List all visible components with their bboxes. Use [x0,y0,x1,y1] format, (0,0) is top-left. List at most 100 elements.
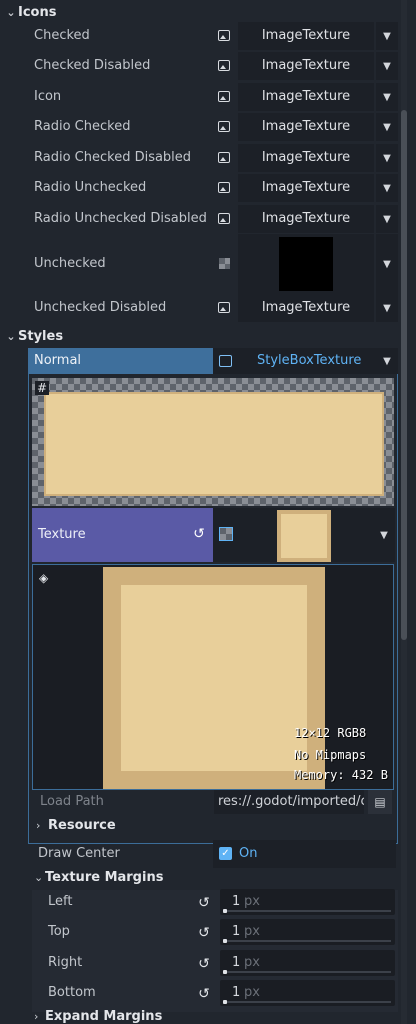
chevron-down-icon[interactable]: ▼ [376,113,398,141]
resource-value[interactable]: ImageTexture [238,83,374,111]
slider-knob[interactable] [223,1000,227,1004]
load-path-label: Load Path [40,794,104,809]
styles-section-title: Styles [18,328,64,344]
chevron-down-icon[interactable]: ▼ [376,205,398,233]
resource-value[interactable]: ImageTexture [238,205,374,233]
chevron-down-icon[interactable]: ▼ [376,144,398,172]
layers-icon: ◈ [39,571,49,585]
margin-bottom-field[interactable]: 1 px [220,980,395,1006]
texture-margins-header[interactable]: ⌄ Texture Margins [32,866,396,890]
resource-value[interactable]: ImageTexture [238,144,374,172]
margin-slider[interactable] [224,940,391,942]
image-icon [218,152,230,163]
styles-section-header[interactable]: ⌄ Styles [0,324,400,348]
expand-margins-header[interactable]: › Expand Margins [32,1008,396,1024]
revert-icon[interactable]: ↺ [196,925,212,941]
file-icon[interactable]: ▤ [368,790,392,814]
draw-center-label: Draw Center [38,846,120,861]
image-icon [218,60,230,71]
chevron-down-icon[interactable]: ▼ [376,348,398,374]
margin-slider[interactable] [224,910,391,912]
property-row-unchecked-disabled: Unchecked Disabled ImageTexture ▼ [28,294,398,322]
expand-margins-title: Expand Margins [45,1009,163,1024]
chevron-down-icon[interactable]: ▼ [376,294,398,322]
normal-style-label-cell[interactable]: Normal [28,348,213,374]
revert-icon[interactable]: ↺ [191,526,207,542]
resource-title: Resource [48,818,116,833]
property-row-icon: Icon ImageTexture ▼ [28,83,398,111]
resource-value[interactable]: ImageTexture [238,52,374,80]
load-path-field[interactable]: res://.godot/imported/c [214,790,364,814]
texture-info-dimensions: 12×12 RGB8 [294,726,367,740]
property-label: Radio Checked Disabled [34,150,192,165]
stylebox-icon [219,355,232,367]
property-row-radio-unchecked: Radio Unchecked ImageTexture ▼ [28,174,398,202]
revert-icon[interactable]: ↺ [196,986,212,1002]
image-icon [218,30,230,41]
resource-subsection-header[interactable]: › Resource [34,814,394,838]
property-row-checked: Checked ImageTexture ▼ [28,22,398,50]
margin-slider[interactable] [224,971,391,973]
slider-knob[interactable] [223,939,227,943]
chevron-down-icon[interactable]: ▼ [376,234,398,294]
margin-left-field[interactable]: 1 px [220,889,395,915]
margin-right-label: Right [48,955,83,970]
property-label: Radio Unchecked Disabled [34,211,207,226]
texture-info-memory: Memory: 432 B [294,768,388,782]
texture-value-slot[interactable] [213,508,373,562]
image-icon [218,182,230,193]
normal-style-label: Normal [34,353,82,368]
property-row-checked-disabled: Checked Disabled ImageTexture ▼ [28,52,398,80]
texture-preview [279,237,333,291]
image-icon [218,91,230,102]
image-icon [218,213,230,224]
texture-large-preview: ◈ 12×12 RGB8 No Mipmaps Memory: 432 B [32,564,394,790]
chevron-down-icon[interactable]: ▼ [376,52,398,80]
resource-value[interactable]: ImageTexture [238,174,374,202]
property-label: Unchecked Disabled [34,300,167,315]
property-row-radio-unchecked-disabled: Radio Unchecked Disabled ImageTexture ▼ [28,205,398,233]
revert-icon[interactable]: ↺ [196,895,212,911]
chevron-down-icon: ⌄ [6,329,16,343]
property-label: Icon [34,89,62,104]
revert-icon[interactable]: ↺ [196,956,212,972]
scrollbar-thumb[interactable] [401,110,407,640]
load-path-row: Load Path res://.godot/imported/c ▤ [34,788,394,816]
texture-image [103,567,325,789]
chevron-down-icon[interactable]: ▼ [376,174,398,202]
stylebox-preview-fill [44,392,384,496]
texture-thumbnail [277,510,331,562]
grid-toggle-icon[interactable]: # [35,381,49,395]
chevron-right-icon: › [34,1010,39,1023]
margin-right-field[interactable]: 1 px [220,950,395,976]
margin-slider[interactable] [224,1001,391,1003]
texture-info-mipmaps: No Mipmaps [294,748,367,762]
texture-preview-slot[interactable] [238,234,374,294]
margin-bottom-label: Bottom [48,985,96,1000]
resource-value[interactable]: ImageTexture [238,294,374,322]
icons-section-header[interactable]: ⌄ Icons [0,0,400,24]
icons-section-title: Icons [18,4,57,20]
image-icon [218,121,230,132]
resource-value[interactable]: ImageTexture [238,22,374,50]
margin-top-label: Top [48,924,70,939]
property-row-radio-checked-disabled: Radio Checked Disabled ImageTexture ▼ [28,144,398,172]
chevron-down-icon[interactable]: ▼ [376,22,398,50]
chevron-down-icon: ⌄ [6,5,16,19]
checkbox-checked-icon[interactable]: ✓ [219,847,232,860]
draw-center-field[interactable]: ✓ On [213,840,396,868]
texture-icon [219,527,233,541]
margin-top-field[interactable]: 1 px [220,919,395,945]
slider-knob[interactable] [223,909,227,913]
property-label: Checked Disabled [34,58,151,73]
texture-icon [219,258,230,269]
chevron-right-icon: › [36,819,41,832]
normal-style-value[interactable]: StyleBoxTexture [213,348,376,374]
resource-value[interactable]: ImageTexture [238,113,374,141]
property-row-radio-checked: Radio Checked ImageTexture ▼ [28,113,398,141]
chevron-down-icon[interactable]: ▼ [376,83,398,111]
slider-knob[interactable] [223,970,227,974]
margin-left-label: Left [48,894,73,909]
chevron-down-icon[interactable]: ▼ [373,508,395,562]
property-label: Unchecked [34,256,106,271]
